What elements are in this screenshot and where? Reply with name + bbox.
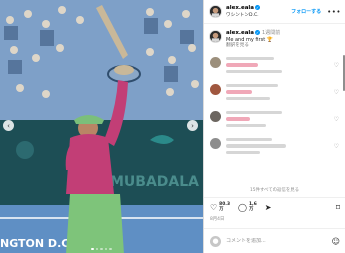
like-comment-icon[interactable]: ♡ xyxy=(334,116,339,123)
comment-input[interactable] xyxy=(226,238,332,244)
comment-item: ♡ xyxy=(204,50,345,77)
like-comment-icon[interactable]: ♡ xyxy=(334,143,339,150)
comment-item: ♡ xyxy=(204,131,345,158)
share-icon[interactable]: ➤ xyxy=(265,203,272,212)
carousel-dot xyxy=(100,247,103,250)
comment-item: ♡ xyxy=(204,104,345,131)
comments-section[interactable]: alex.eala ✓ 1週間前 Me and my first 🏆 翻訳を見る ♡ xyxy=(204,25,345,190)
like-comment-icon[interactable]: ♡ xyxy=(334,62,339,69)
post-date: 8月4日 xyxy=(210,217,225,222)
caption-time: 1週間前 xyxy=(262,30,281,36)
comment-count: 1,6 万 xyxy=(248,201,257,212)
comment-action[interactable]: ◯ 1,6 万 xyxy=(238,201,257,212)
caption: alex.eala ✓ 1週間前 Me and my first 🏆 翻訳を見る xyxy=(204,25,345,50)
carousel-indicator xyxy=(0,247,203,250)
user-avatar-icon: ● xyxy=(210,235,221,247)
heart-icon[interactable]: ♡ xyxy=(210,203,217,212)
post-location[interactable]: ワシントンD.C. xyxy=(226,12,291,19)
add-comment-bar: ● ☺ xyxy=(204,228,345,253)
share-action[interactable]: ➤ xyxy=(265,203,272,212)
post-photo-pane[interactable]: MUBADALA NGTON D.C. ‹ › xyxy=(0,0,203,253)
action-bar: ♡ 80.3 万 ◯ 1,6 万 ➤ ⌑ xyxy=(204,197,345,217)
like-count: 80.3 万 xyxy=(219,201,231,212)
like-comment-icon[interactable]: ♡ xyxy=(334,89,339,96)
like-action[interactable]: ♡ 80.3 万 xyxy=(210,201,231,212)
previous-photo-button[interactable]: ‹ xyxy=(3,120,14,131)
author-username[interactable]: alex.eala xyxy=(226,5,254,11)
view-replies-link[interactable]: 15件すべての返信を見る xyxy=(204,187,345,193)
commenter-avatar[interactable] xyxy=(210,83,221,95)
banner-text: MUBADALA xyxy=(110,174,199,190)
post-header: alex.eala ✓ ワシントンD.C. フォローする ••• xyxy=(204,0,345,24)
follow-button[interactable]: フォローする xyxy=(291,8,321,15)
post-side-panel: alex.eala ✓ ワシントンD.C. フォローする ••• alex.eal… xyxy=(203,0,345,253)
next-photo-button[interactable]: › xyxy=(187,120,198,131)
caption-avatar[interactable] xyxy=(209,30,222,43)
verified-badge-icon: ✓ xyxy=(255,30,261,35)
commenter-avatar[interactable] xyxy=(210,110,221,122)
carousel-dot xyxy=(109,247,112,250)
more-options-icon[interactable]: ••• xyxy=(327,8,341,16)
comment-item: ♡ xyxy=(204,77,345,104)
carousel-dot xyxy=(95,247,99,250)
caption-username[interactable]: alex.eala xyxy=(226,30,254,36)
bookmark-icon[interactable]: ⌑ xyxy=(336,203,340,212)
carousel-dot xyxy=(91,247,94,250)
commenter-avatar[interactable] xyxy=(210,137,221,149)
carousel-dot xyxy=(104,247,108,250)
verified-badge-icon: ✓ xyxy=(255,4,261,10)
author-avatar[interactable] xyxy=(209,5,222,18)
post-photo: MUBADALA NGTON D.C. xyxy=(0,0,203,253)
emoji-icon[interactable]: ☺ xyxy=(332,237,340,246)
commenter-avatar[interactable] xyxy=(210,56,221,68)
comment-icon[interactable]: ◯ xyxy=(238,203,247,212)
